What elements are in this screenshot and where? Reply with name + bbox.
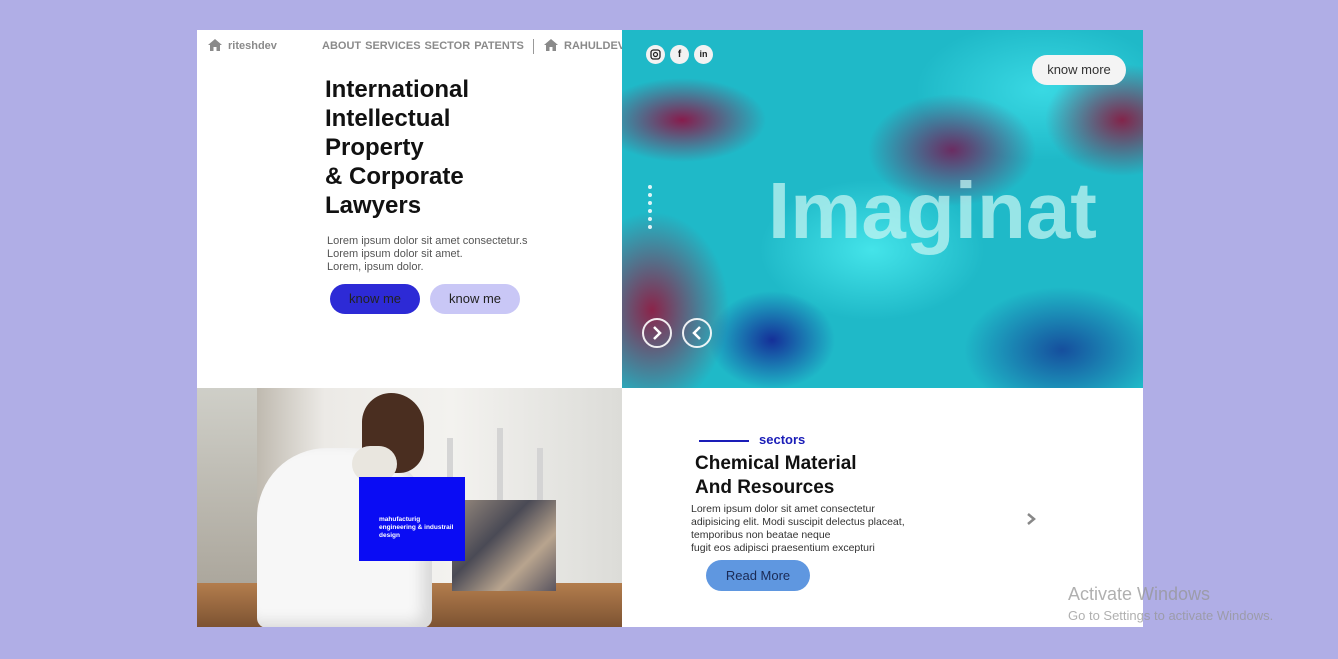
- instagram-icon[interactable]: [646, 45, 665, 64]
- sector-description-line: fugit eos adipisci praesentium excepturi: [691, 542, 875, 554]
- hero-title-line: Intellectual: [325, 105, 451, 132]
- hero-description-line: Lorem ipsum dolor sit amet.: [327, 248, 463, 260]
- nav-link-patents[interactable]: PATENTS: [474, 40, 524, 52]
- chevron-right-icon[interactable]: [1024, 512, 1038, 526]
- sector-title-line: And Resources: [695, 477, 835, 498]
- prev-circle-icon[interactable]: [682, 318, 712, 348]
- industry-caption-line: design: [379, 532, 400, 539]
- hero-title: International Intellectual Property & Co…: [325, 75, 469, 220]
- slider-dot[interactable]: [648, 225, 652, 229]
- sector-description: Lorem ipsum dolor sit amet consectetur a…: [691, 503, 905, 555]
- home-icon[interactable]: [544, 39, 558, 51]
- hero-description: Lorem ipsum dolor sit amet consectetur.s…: [327, 235, 528, 274]
- page-frame: riteshdev ABOUT SERVICES SECTOR PATENTS …: [197, 30, 1143, 627]
- know-me-secondary-button[interactable]: know me: [430, 284, 520, 314]
- read-more-button[interactable]: Read More: [706, 560, 810, 591]
- hero-title-line: International: [325, 76, 470, 103]
- sector-description-line: Lorem ipsum dolor sit amet consectetur: [691, 503, 875, 515]
- nav-link-services[interactable]: SERVICES: [365, 40, 420, 52]
- hero-slider: f in know more Imaginat: [622, 30, 1143, 388]
- city-thumbnail: [452, 500, 556, 591]
- know-me-primary-button[interactable]: know me: [330, 284, 420, 314]
- sectors-label: sectors: [759, 432, 806, 447]
- slider-dot[interactable]: [648, 201, 652, 205]
- slider-dot[interactable]: [648, 185, 652, 189]
- slider-dot[interactable]: [648, 209, 652, 213]
- sector-description-line: temporibus non beatae neque: [691, 529, 831, 541]
- hero-title-line: Lawyers: [325, 192, 422, 219]
- know-more-button[interactable]: know more: [1032, 55, 1126, 85]
- slider-dot[interactable]: [648, 217, 652, 221]
- sector-description-line: adipisicing elit. Modi suscipit delectus…: [691, 516, 905, 528]
- next-circle-icon[interactable]: [642, 318, 672, 348]
- hero-description-line: Lorem ipsum dolor sit amet consectetur.s: [327, 235, 528, 247]
- brand-right-link[interactable]: RAHULDEV: [564, 40, 625, 52]
- activate-windows-watermark: Activate Windows Go to Settings to activ…: [1068, 584, 1273, 623]
- facebook-icon[interactable]: f: [670, 45, 689, 64]
- brand-left-link[interactable]: riteshdev: [228, 40, 277, 52]
- slider-dot[interactable]: [648, 193, 652, 197]
- nav-link-about[interactable]: ABOUT: [322, 40, 361, 52]
- hero-title-line: Property: [325, 134, 424, 161]
- watermark-subtitle: Go to Settings to activate Windows.: [1068, 608, 1274, 623]
- industry-tile[interactable]: mahufacturig engineering & industrail de…: [359, 477, 465, 561]
- industry-caption-line: mahufacturig: [379, 516, 421, 523]
- slider-overlay-word: Imaginat: [768, 166, 1097, 255]
- hero-title-line: & Corporate: [325, 163, 464, 190]
- sector-accent-line: [699, 440, 749, 442]
- nav-divider: [533, 39, 534, 54]
- top-nav: riteshdev ABOUT SERVICES SECTOR PATENTS …: [197, 30, 625, 60]
- home-icon[interactable]: [208, 39, 222, 51]
- nav-link-sector[interactable]: SECTOR: [425, 40, 471, 52]
- industry-caption-line: engineering & industrail: [379, 524, 454, 531]
- slider-dots[interactable]: [648, 185, 652, 233]
- hero-description-line: Lorem, ipsum dolor.: [327, 261, 424, 273]
- sector-title-line: Chemical Material: [695, 453, 857, 474]
- watermark-title: Activate Windows: [1068, 584, 1211, 604]
- linkedin-icon[interactable]: in: [694, 45, 713, 64]
- industry-tile-caption: mahufacturig engineering & industrail de…: [379, 516, 461, 540]
- nav-links: ABOUT SERVICES SECTOR PATENTS: [322, 40, 524, 52]
- sector-title: Chemical Material And Resources: [695, 452, 857, 500]
